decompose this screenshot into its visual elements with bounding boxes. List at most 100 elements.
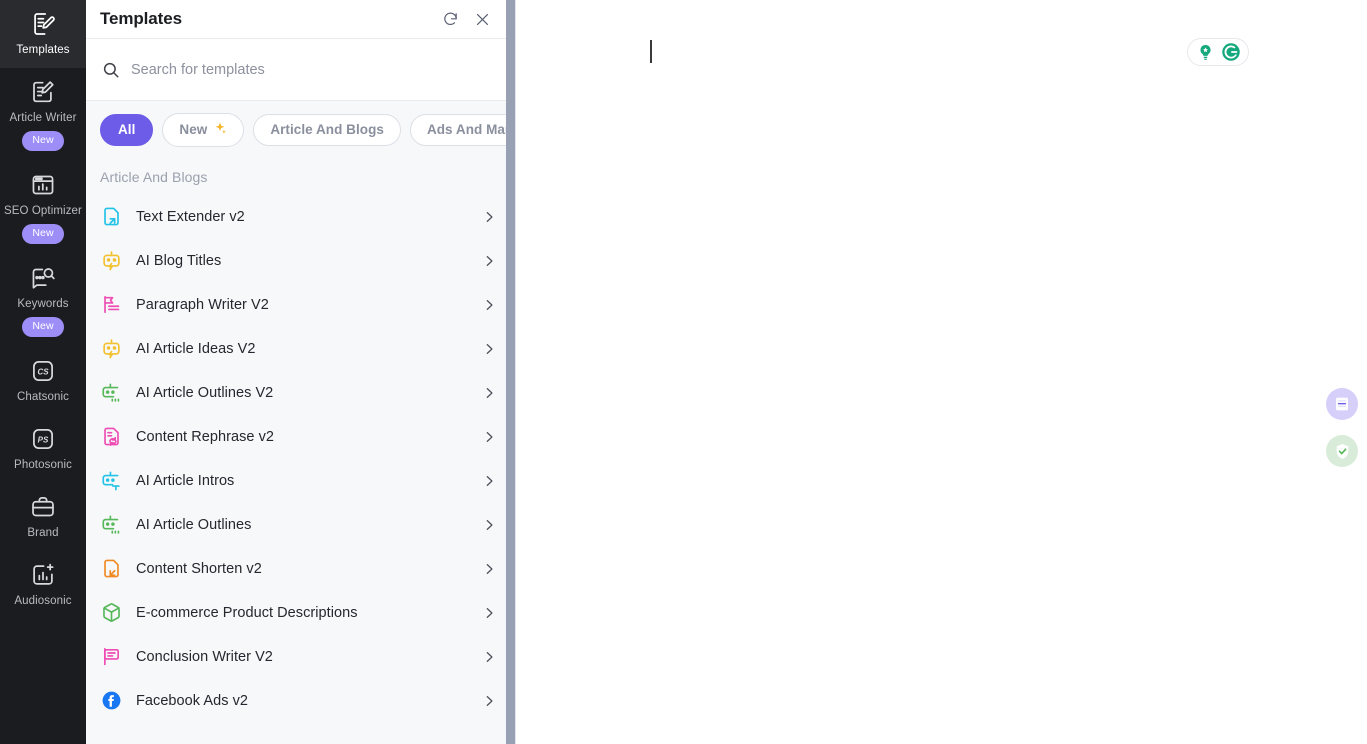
list-item-label: Paragraph Writer V2 (136, 296, 269, 313)
svg-text:CS: CS (37, 368, 49, 377)
list-item-label: AI Article Intros (136, 472, 235, 489)
panel-header: Templates (86, 0, 515, 39)
chevron-right-icon (481, 297, 497, 313)
keyword-search-icon (29, 264, 57, 292)
briefcase-icon (29, 493, 57, 521)
list-item[interactable]: Facebook Ads v2 (86, 679, 515, 723)
package-box-icon (100, 602, 122, 624)
list-item[interactable]: AI Blog Titles (86, 239, 515, 283)
ai-bot-bolt-icon (100, 338, 122, 360)
chatsonic-cs-icon: CS (29, 357, 57, 385)
list-item-label: Text Extender v2 (136, 208, 245, 225)
sidebar-item-article-writer[interactable]: Article Writer New (0, 68, 86, 161)
list-item-label: Content Rephrase v2 (136, 428, 274, 445)
lightbulb-icon[interactable] (1195, 42, 1216, 63)
sidebar-item-badge: New (22, 131, 64, 151)
editor-canvas[interactable] (516, 0, 1367, 744)
grammarly-widget[interactable] (1187, 38, 1249, 66)
sidebar-item-label: Brand (27, 527, 59, 539)
ai-bot-bolt-icon (100, 250, 122, 272)
text-extender-icon (100, 206, 122, 228)
chevron-right-icon (481, 605, 497, 621)
sidebar-item-templates[interactable]: Templates (0, 0, 86, 68)
filter-chip-ads-and-marketing[interactable]: Ads And Marketing (409, 114, 515, 146)
sidebar-item-label: SEO Optimizer (4, 205, 82, 217)
list-item[interactable]: AI Article Outlines V2 (86, 371, 515, 415)
list-item[interactable]: Paragraph Writer V2 (86, 283, 515, 327)
chevron-right-icon (481, 693, 497, 709)
list-item-label: E-commerce Product Descriptions (136, 604, 358, 621)
filter-chip-article-and-blogs[interactable]: Article And Blogs (253, 114, 401, 146)
search-input[interactable] (131, 54, 499, 85)
chevron-right-icon (481, 385, 497, 401)
sidebar-item-brand[interactable]: Brand (0, 483, 86, 551)
filter-chip-label: New (179, 122, 208, 137)
floating-action-buttons (1326, 388, 1358, 467)
chevron-right-icon (481, 429, 497, 445)
panel-scrollbar-thumb[interactable] (506, 0, 515, 744)
sidebar-item-photosonic[interactable]: PS Photosonic (0, 415, 86, 483)
filter-chip-all[interactable]: All (100, 114, 154, 146)
list-item[interactable]: Content Rephrase v2 (86, 415, 515, 459)
list-item[interactable]: AI Article Intros (86, 459, 515, 503)
list-item-label: Facebook Ads v2 (136, 692, 248, 709)
panel-scrollbar[interactable] (506, 0, 515, 744)
filter-chip-label: All (118, 122, 136, 137)
svg-text:PS: PS (38, 436, 49, 445)
section-label: Article And Blogs (86, 159, 515, 195)
search-icon (100, 59, 122, 81)
ai-bot-text-icon (100, 470, 122, 492)
sidebar-item-keywords[interactable]: Keywords New (0, 254, 86, 347)
chevron-right-icon (481, 209, 497, 225)
paragraph-lines-icon (100, 294, 122, 316)
left-nav-rail: Templates Article Writer New SEO Optimize… (0, 0, 86, 744)
list-item[interactable]: Conclusion Writer V2 (86, 635, 515, 679)
filter-chip-label: Article And Blogs (270, 122, 384, 137)
ai-bot-dots-icon (100, 382, 122, 404)
list-item-label: AI Article Outlines (136, 516, 252, 533)
sidebar-item-label: Chatsonic (16, 391, 70, 403)
app-root: Templates Article Writer New SEO Optimize… (0, 0, 1367, 744)
list-item-label: Content Shorten v2 (136, 560, 262, 577)
page-title: Templates (100, 9, 182, 28)
refresh-icon[interactable] (437, 6, 463, 32)
text-caret (650, 40, 652, 63)
sidebar-item-label: Templates (16, 44, 70, 56)
list-item[interactable]: Text Extender v2 (86, 195, 515, 239)
sidebar-item-audiosonic[interactable]: Audiosonic (0, 551, 86, 619)
document-outline-button[interactable] (1326, 388, 1358, 420)
rephrase-doc-icon (100, 426, 122, 448)
list-item-label: AI Article Outlines V2 (136, 384, 274, 401)
content-shorten-icon (100, 558, 122, 580)
chevron-right-icon (481, 253, 497, 269)
article-edit-icon (29, 78, 57, 106)
filter-chip-new[interactable]: New (162, 113, 245, 147)
grammarly-logo-icon[interactable] (1220, 42, 1241, 63)
list-item[interactable]: AI Article Outlines (86, 503, 515, 547)
sidebar-item-label: Audiosonic (14, 595, 72, 607)
sidebar-item-badge: New (22, 317, 64, 337)
plagiarism-check-button[interactable] (1326, 435, 1358, 467)
list-item[interactable]: AI Article Ideas V2 (86, 327, 515, 371)
category-chip-row[interactable]: All New Article And Blogs Ads And Marketing (86, 101, 515, 159)
chevron-right-icon (481, 341, 497, 357)
filter-chip-label: Ads And Marketing (426, 122, 515, 137)
list-item[interactable]: Content Shorten v2 (86, 547, 515, 591)
sparkle-icon (213, 121, 227, 138)
sidebar-item-seo-optimizer[interactable]: SEO Optimizer New (0, 161, 86, 254)
chevron-right-icon (481, 649, 497, 665)
templates-panel: Templates Search for templates All New A… (86, 0, 516, 744)
list-item-label: AI Blog Titles (136, 252, 222, 269)
close-icon[interactable] (469, 6, 495, 32)
sidebar-item-chatsonic[interactable]: CS Chatsonic (0, 347, 86, 415)
sidebar-item-label: Keywords (17, 298, 69, 310)
list-item[interactable]: E-commerce Product Descriptions (86, 591, 515, 635)
sidebar-item-badge: New (22, 224, 64, 244)
audiosonic-bars-icon (29, 561, 57, 589)
chevron-right-icon (481, 517, 497, 533)
facebook-icon (100, 690, 122, 712)
ai-bot-dots-icon (100, 514, 122, 536)
seo-chart-icon (29, 171, 57, 199)
chevron-right-icon (481, 561, 497, 577)
sidebar-item-label: Photosonic (14, 459, 72, 471)
